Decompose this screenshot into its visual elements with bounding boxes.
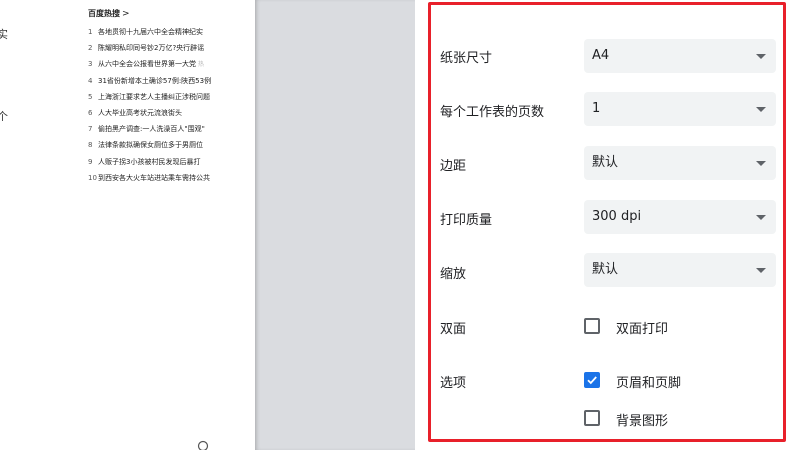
pages-per-sheet-label: 每个工作表的页数	[440, 105, 545, 120]
dropdown-arrow-icon	[756, 161, 766, 166]
preview-edge-text: 实	[0, 28, 8, 41]
dropdown-arrow-icon	[756, 268, 766, 273]
margins-select[interactable]: 默认	[584, 146, 776, 180]
preview-edge-text: ,	[0, 217, 1, 230]
list-item: 9 人贩子拐3小孩被村民发现后暴打	[88, 157, 201, 166]
list-item: 4 31省份新增本土确诊57例:陕西53例	[88, 76, 212, 85]
dropdown-arrow-icon	[756, 107, 766, 112]
preview-gutter	[255, 0, 415, 450]
list-item: 5 上海浙江要求艺人主播纠正涉税问题	[88, 92, 210, 101]
duplex-label: 双面	[440, 322, 467, 337]
margins-value: 默认	[592, 155, 619, 170]
dropdown-arrow-icon	[756, 54, 766, 59]
dropdown-arrow-icon	[756, 215, 766, 220]
pages-per-sheet-value: 1	[592, 101, 601, 116]
paper-size-select[interactable]: A4	[584, 39, 776, 73]
checkmark-icon	[587, 376, 597, 385]
print-quality-value: 300 dpi	[592, 209, 642, 224]
paper-size-label: 纸张尺寸	[440, 51, 493, 66]
hot-badge: 热	[198, 61, 205, 69]
list-item: 3 从六中全会公报看世界第一大党热	[88, 60, 205, 69]
paper-size-value: A4	[592, 48, 610, 63]
print-quality-select[interactable]: 300 dpi	[584, 200, 776, 234]
pages-per-sheet-select[interactable]: 1	[584, 92, 776, 126]
headers-footers-label[interactable]: 页眉和页脚	[616, 372, 681, 391]
chevron-right-icon: >	[122, 9, 130, 19]
background-graphics-label[interactable]: 背景图形	[616, 410, 668, 429]
hot-search-title: 百度热搜	[88, 9, 120, 18]
options-label: 选项	[440, 376, 467, 391]
headers-footers-checkbox[interactable]	[584, 372, 600, 388]
search-icon	[197, 440, 209, 450]
hot-search-header: 百度热搜 >	[88, 8, 130, 19]
list-item: 10到西安各大火车站进站乘车需持公共	[88, 173, 210, 182]
duplex-option-label[interactable]: 双面打印	[616, 318, 668, 337]
list-item: 6 人大毕业高考状元流浪街头	[88, 108, 182, 117]
background-graphics-checkbox[interactable]	[584, 410, 600, 426]
list-item: 8 法律条款拟确保女厕位多于男厕位	[88, 141, 203, 150]
duplex-checkbox[interactable]	[584, 318, 600, 334]
scale-label: 缩放	[440, 267, 467, 282]
list-item: 7 偷拍黑产调查:一人洗澡百人"围观"	[88, 125, 205, 134]
list-item: 1 各地贯彻十九届六中全会精神纪实	[88, 28, 203, 36]
scale-value: 默认	[592, 262, 619, 277]
list-item: 2 陈耀明私印同号钞2万亿?央行辟谣	[88, 44, 205, 53]
scale-select[interactable]: 默认	[584, 253, 776, 287]
print-preview-page: 实 个 , 百度热搜> 1各地贯彻十九届六中全会精神纪实 2陈耀明私印同号钞2万…	[0, 0, 255, 450]
print-quality-label: 打印质量	[440, 213, 493, 228]
preview-edge-text: 个	[0, 110, 8, 123]
hot-search-list: 1 各地贯彻十九届六中全会精神纪实 2 陈耀明私印同号钞2万亿?央行辟谣 3 从六中全…	[88, 24, 255, 186]
margins-label: 边距	[440, 159, 467, 174]
